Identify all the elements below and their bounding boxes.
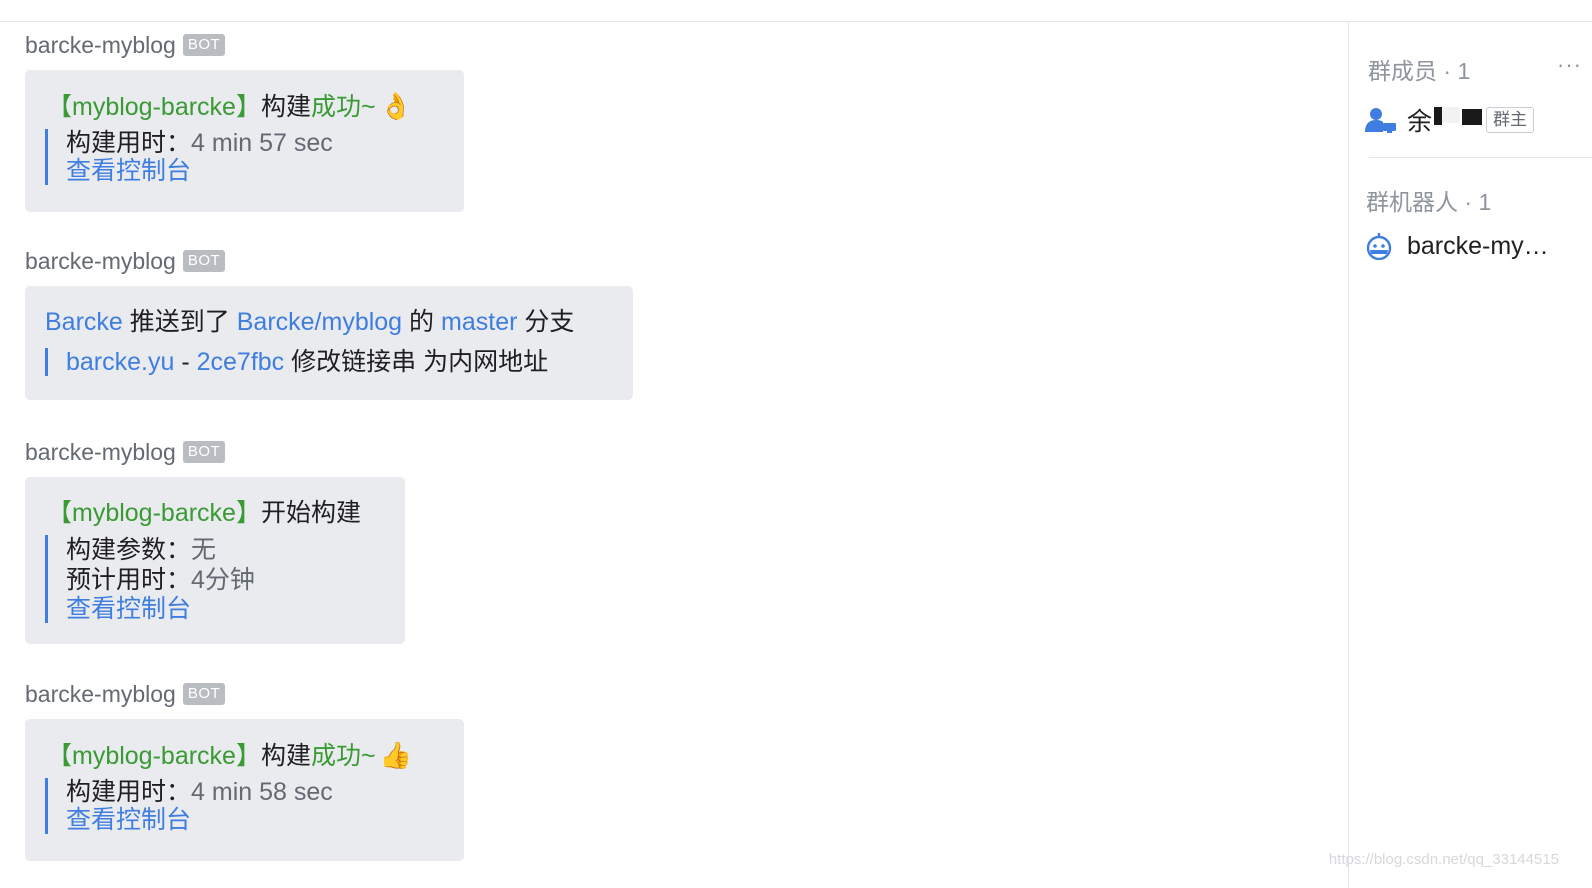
card-quote: 构建用时：4 min 57 sec 查看控制台 (45, 129, 442, 185)
sender-name[interactable]: barcke-myblog (25, 681, 176, 708)
build-duration: 构建用时：4 min 58 sec (66, 778, 442, 806)
card-quote: 构建用时：4 min 58 sec 查看控制台 (45, 778, 442, 834)
view-console-link[interactable]: 查看控制台 (66, 157, 191, 185)
card-title: 【myblog-barcke】构建成功~ 👌 (47, 90, 442, 123)
build-status: 成功 (310, 742, 361, 770)
member-name: 余 (1407, 108, 1433, 136)
console-link-row: 查看控制台 (66, 157, 442, 185)
group-info-panel: 群成员 · 1 ··· 余 群主 群机器人 · 1 barcke-my… htt… (1329, 22, 1592, 888)
thumbs-up-icon: 👍 (379, 740, 412, 770)
build-action: 构建 (260, 93, 311, 121)
project-name: 【myblog-barcke】 (47, 93, 261, 121)
panel-divider (1369, 157, 1592, 158)
bot-badge: BOT (182, 683, 226, 705)
member-item[interactable]: 余 群主 (1365, 104, 1535, 136)
of-text: 的 (409, 308, 435, 336)
ok-hand-icon: 👌 (379, 91, 412, 121)
branch-link[interactable]: master (441, 308, 517, 336)
bot-badge: BOT (182, 441, 226, 463)
redacted-name (1432, 107, 1483, 127)
user-admin-icon (1365, 108, 1396, 133)
group-owner-tag: 群主 (1486, 107, 1535, 133)
project-name: 【myblog-barcke】 (47, 499, 261, 527)
project-name: 【myblog-barcke】 (47, 742, 261, 770)
duration-value: 4 min 58 sec (191, 778, 333, 806)
message-sender: barcke-myblog BOT (25, 30, 464, 60)
estimate-label: 预计用时： (66, 566, 192, 594)
duration-label: 构建用时： (66, 129, 192, 157)
repo-link[interactable]: Barcke/myblog (237, 308, 402, 336)
console-link-row: 查看控制台 (66, 595, 383, 623)
commit-message: 修改链接串 为内网地址 (291, 348, 549, 376)
chat-message: barcke-myblog BOT 【myblog-barcke】构建成功~ 👍 … (25, 679, 464, 861)
message-card: 【myblog-barcke】开始构建 构建参数：无 预计用时：4分钟 查看控制… (25, 477, 405, 644)
commit-line: barcke.yu - 2ce7fbc 修改链接串 为内网地址 (66, 348, 613, 376)
sender-name[interactable]: barcke-myblog (25, 32, 176, 59)
card-title: 【myblog-barcke】开始构建 (47, 497, 383, 529)
card-title: 【myblog-barcke】构建成功~ 👍 (47, 739, 442, 772)
chat-message: barcke-myblog BOT 【myblog-barcke】构建成功~ 👌 … (25, 30, 464, 212)
build-params: 构建参数：无 (66, 535, 383, 565)
push-user-link[interactable]: Barcke (45, 308, 123, 336)
status-tilde: ~ (360, 742, 376, 770)
robot-icon (1366, 233, 1392, 260)
params-value: 无 (191, 536, 217, 564)
build-action: 构建 (260, 742, 311, 770)
status-tilde: ~ (360, 93, 376, 121)
message-card: 【myblog-barcke】构建成功~ 👌 构建用时：4 min 57 sec … (25, 70, 464, 212)
message-sender: barcke-myblog BOT (25, 679, 464, 709)
card-quote: 构建参数：无 预计用时：4分钟 查看控制台 (45, 535, 383, 623)
bot-name: barcke-my… (1407, 231, 1549, 260)
bot-item[interactable]: barcke-my… (1365, 230, 1549, 262)
commit-hash-link[interactable]: 2ce7fbc (197, 348, 285, 376)
commit-author-link[interactable]: barcke.yu (66, 348, 174, 376)
chat-message-list[interactable]: barcke-myblog BOT 【myblog-barcke】构建成功~ 👌 … (0, 22, 1348, 888)
view-console-link[interactable]: 查看控制台 (66, 806, 191, 834)
more-options-icon[interactable]: ··· (1557, 52, 1582, 78)
push-summary: Barcke 推送到了 Barcke/myblog 的 master 分支 (45, 306, 613, 338)
watermark: https://blog.csdn.net/qq_33144515 (1328, 851, 1559, 868)
commit-quote: barcke.yu - 2ce7fbc 修改链接串 为内网地址 (45, 348, 613, 376)
duration-label: 构建用时： (66, 778, 192, 806)
estimate-value: 4分钟 (191, 566, 255, 594)
message-card: Barcke 推送到了 Barcke/myblog 的 master 分支 ba… (25, 286, 633, 400)
sender-name[interactable]: barcke-myblog (25, 439, 176, 466)
message-card: 【myblog-barcke】构建成功~ 👍 构建用时：4 min 58 sec … (25, 719, 464, 861)
chat-message: barcke-myblog BOT 【myblog-barcke】开始构建 构建… (25, 437, 405, 644)
members-section-title: 群成员 · 1 (1368, 58, 1471, 84)
params-label: 构建参数： (66, 536, 192, 564)
bots-section-title: 群机器人 · 1 (1366, 189, 1492, 215)
sender-name[interactable]: barcke-myblog (25, 248, 176, 275)
build-action: 开始构建 (260, 499, 361, 527)
console-link-row: 查看控制台 (66, 806, 442, 834)
branch-word: 分支 (524, 308, 575, 336)
commit-dash: - (181, 348, 190, 376)
estimated-duration: 预计用时：4分钟 (66, 565, 383, 595)
view-console-link[interactable]: 查看控制台 (66, 595, 191, 623)
message-sender: barcke-myblog BOT (25, 437, 405, 467)
bot-badge: BOT (182, 34, 226, 56)
chat-message: barcke-myblog BOT Barcke 推送到了 Barcke/myb… (25, 246, 633, 400)
build-status: 成功 (310, 93, 361, 121)
pushed-text: 推送到了 (129, 308, 230, 336)
bot-badge: BOT (182, 250, 226, 272)
message-sender: barcke-myblog BOT (25, 246, 633, 276)
duration-value: 4 min 57 sec (191, 129, 333, 157)
build-duration: 构建用时：4 min 57 sec (66, 129, 442, 157)
